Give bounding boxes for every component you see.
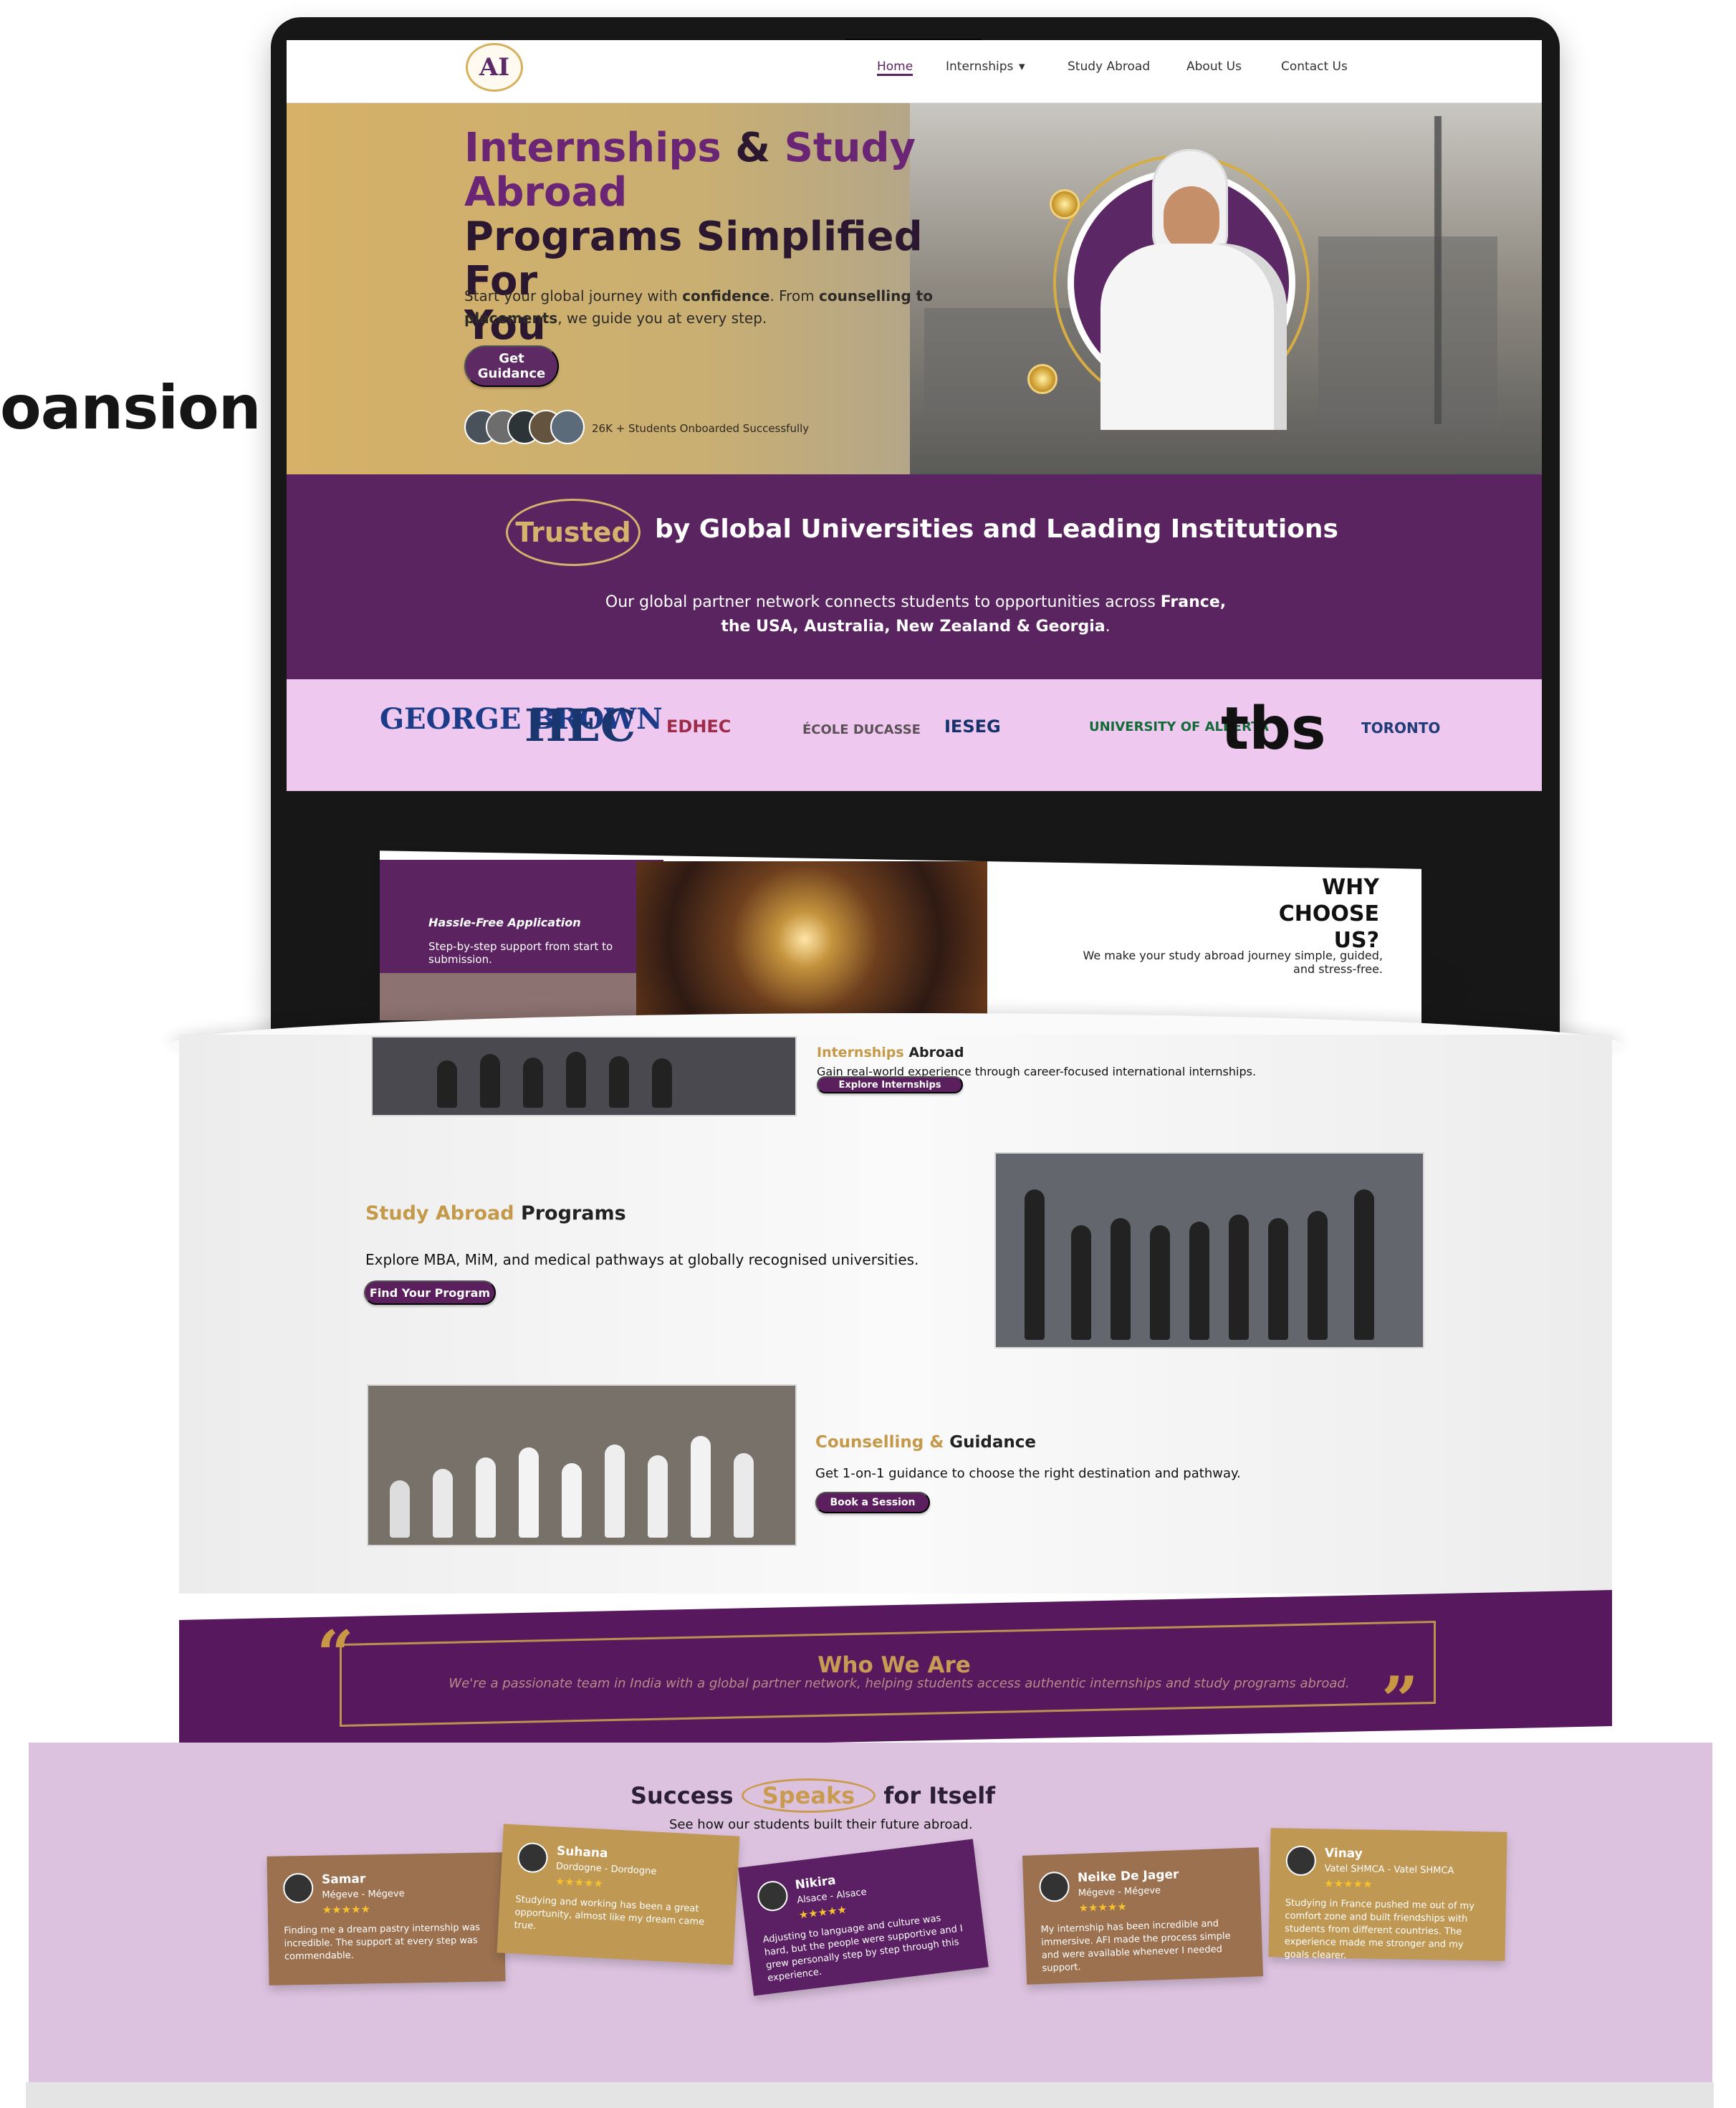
avatar — [1285, 1845, 1317, 1877]
tbs-logo: tbs — [1221, 695, 1326, 763]
review-text: Studying and working has been a great op… — [514, 1894, 705, 1932]
internships-photo — [373, 1038, 795, 1115]
find-program-button[interactable]: Find Your Program — [364, 1280, 496, 1305]
closing-quote-icon: ” — [1381, 1662, 1419, 1738]
success-subtitle: See how our students built their future … — [669, 1817, 973, 1832]
review-text: Studying in France pushed me out of my c… — [1284, 1897, 1475, 1962]
hero-subtitle: Start your global journey with confidenc… — [464, 287, 933, 327]
hec-logo: HEC — [524, 699, 636, 752]
trusted-heading: by Global Universities and Leading Insti… — [655, 514, 1338, 544]
eiffel-tower-icon — [1399, 116, 1477, 424]
star-rating-icon: ★★★★★ — [1078, 1899, 1128, 1915]
chef-face — [1164, 186, 1219, 252]
chevron-down-icon[interactable]: ▾ — [1019, 59, 1025, 74]
review-location: Vatel SHMCA - Vatel SHMCA — [1324, 1863, 1454, 1877]
gold-badge-icon — [1050, 189, 1080, 219]
nav-about-link[interactable]: About Us — [1186, 59, 1242, 74]
edhec-logo: EDHEC — [666, 717, 732, 737]
brand-logo[interactable]: AI — [466, 43, 523, 92]
nav-home-link[interactable]: Home — [877, 59, 913, 76]
why-card-title: Hassle-Free Application — [428, 916, 581, 929]
counselling-heading: Counselling & Guidance — [815, 1433, 1037, 1452]
speaks-highlight: Speaks — [741, 1778, 876, 1813]
why-bottom-panel — [380, 973, 663, 1020]
who-we-are-description: We're a passionate team in India with a … — [449, 1676, 1350, 1691]
gold-award-icon — [1027, 364, 1058, 394]
nav-study-abroad-link[interactable]: Study Abroad — [1068, 59, 1150, 74]
toronto-logo: TORONTO — [1361, 719, 1441, 737]
star-rating-icon: ★★★★★ — [322, 1902, 371, 1917]
student-avatars — [464, 410, 585, 449]
internships-heading: Internships Abroad — [817, 1045, 964, 1060]
review-name: Neike De Jager — [1077, 1867, 1179, 1886]
students-onboarded-count: 26K + Students Onboarded Successfully — [592, 422, 810, 435]
trusted-section — [287, 474, 1542, 679]
book-session-button[interactable]: Book a Session — [815, 1492, 930, 1513]
ballroom-photo — [636, 861, 987, 1017]
why-choose-heading: WHY CHOOSE US? — [1278, 875, 1379, 953]
success-heading: Success Speaks for Itself — [630, 1778, 995, 1813]
review-card-neike[interactable]: Neike De Jager Mégeve - Mégeve ★★★★★ My … — [1022, 1847, 1264, 1985]
trusted-badge: Trusted — [506, 499, 641, 566]
student-avatar-5 — [550, 410, 585, 444]
star-rating-icon: ★★★★★ — [1324, 1877, 1373, 1891]
opening-quote-icon: “ — [317, 1616, 354, 1692]
avatar — [517, 1841, 549, 1874]
why-card-description: Step-by-step support from start to submi… — [428, 940, 613, 966]
explore-internships-button[interactable]: Explore Internships — [817, 1076, 963, 1093]
get-guidance-button[interactable]: Get Guidance — [464, 345, 559, 387]
ecole-ducasse-logo: ÉCOLE DUCASSE — [802, 722, 921, 737]
avatar — [1038, 1871, 1070, 1903]
avatar — [756, 1879, 790, 1913]
review-card-samar[interactable]: Samar Mégeve - Mégeve ★★★★★ Finding me a… — [267, 1852, 506, 1985]
review-card-suhana[interactable]: Suhana Dordogne - Dordogne ★★★★★ Studyin… — [497, 1824, 740, 1965]
why-choose-subtitle: We make your study abroad journey simple… — [1083, 949, 1383, 976]
trusted-subtitle: Our global partner network connects stud… — [605, 593, 1227, 636]
nav-contact-link[interactable]: Contact Us — [1281, 59, 1348, 74]
chef-uniform — [1100, 244, 1287, 430]
review-text: Finding me a dream pastry internship was… — [284, 1922, 481, 1963]
ieseg-logo: IESEG — [944, 717, 1001, 737]
review-text: My internship has been incredible and im… — [1040, 1918, 1231, 1974]
avatar — [282, 1872, 314, 1904]
review-name: Vinay — [1324, 1846, 1363, 1862]
review-location: Mégeve - Mégeve — [322, 1888, 405, 1901]
counselling-photo — [368, 1386, 795, 1545]
review-card-vinay[interactable]: Vinay Vatel SHMCA - Vatel SHMCA ★★★★★ St… — [1268, 1828, 1507, 1961]
review-name: Samar — [321, 1872, 366, 1887]
cropped-side-heading: oansion — [0, 373, 261, 443]
study-abroad-heading: Study Abroad Programs — [365, 1202, 626, 1225]
nav-internships-link[interactable]: Internships — [946, 59, 1013, 74]
study-abroad-description: Explore MBA, MiM, and medical pathways a… — [365, 1251, 919, 1268]
counselling-description: Get 1-on-1 guidance to choose the right … — [815, 1466, 1241, 1481]
study-abroad-photo — [996, 1154, 1423, 1347]
laptop-website-mockup: oansion AI Home Internships ▾ Study Abro… — [0, 0, 1736, 2108]
bottom-page-edge — [26, 2082, 1714, 2108]
who-we-are-heading: Who We Are — [817, 1652, 971, 1678]
